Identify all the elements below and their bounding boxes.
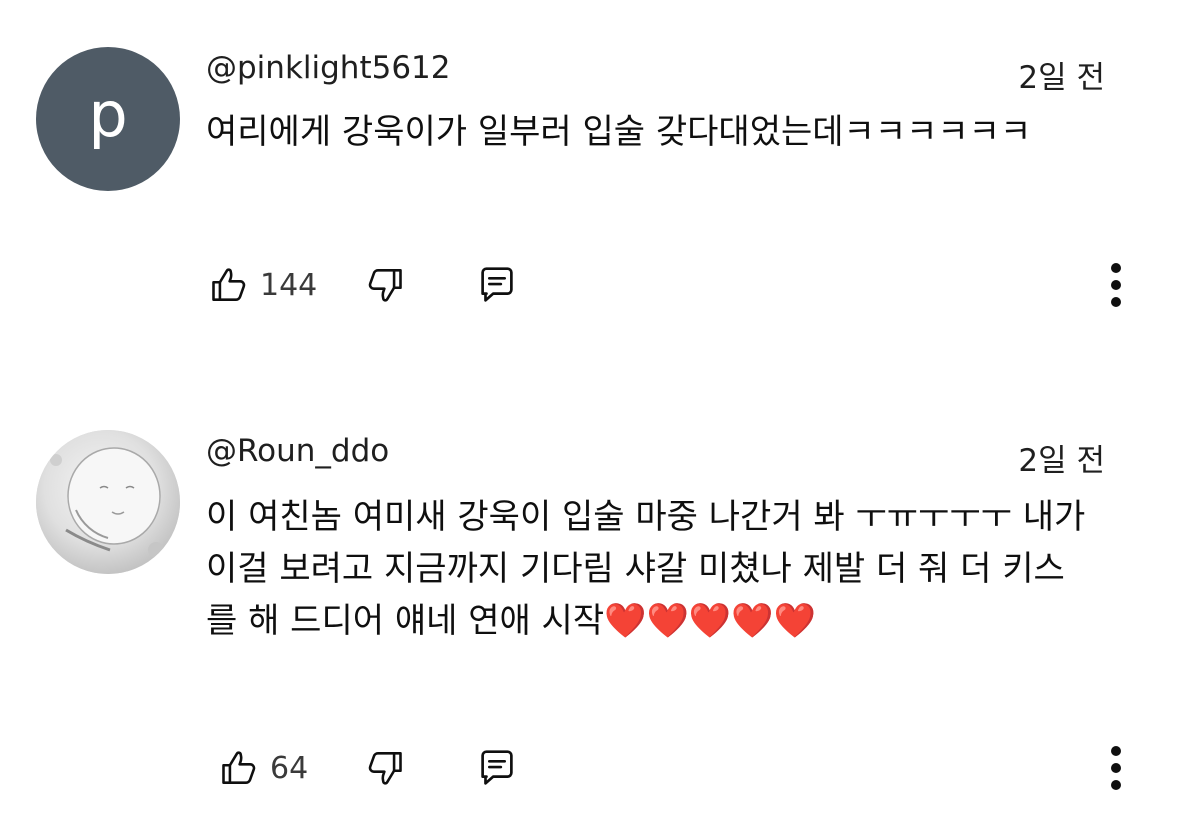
thumbs-down-icon [368, 269, 402, 302]
more-options-button[interactable] [1096, 260, 1136, 310]
like-button[interactable]: 144 [208, 260, 317, 310]
more-options-button[interactable] [1096, 743, 1136, 793]
reply-button[interactable] [474, 260, 520, 310]
avatar[interactable] [36, 430, 180, 574]
like-count: 144 [260, 267, 318, 303]
avatar[interactable]: p [36, 47, 180, 191]
comment-author[interactable]: @Roun_ddo [206, 433, 389, 469]
comment-actions: 64 [206, 743, 1136, 793]
reply-icon [481, 750, 513, 785]
reply-icon [481, 267, 513, 302]
comment-item: @Roun_ddo 2일 전 이 여친놈 여미새 강욱이 입술 마중 나간거 봐… [0, 400, 1179, 832]
comment-author[interactable]: @pinklight5612 [206, 50, 451, 86]
comment-text: 이 여친놈 여미새 강욱이 입술 마중 나간거 봐 ㅜㅠㅜㅜㅜ 내가 이걸 보려… [206, 497, 1086, 641]
comment-timestamp: 2일 전 [1018, 443, 1105, 479]
dislike-button[interactable] [362, 260, 406, 310]
more-vertical-icon [1111, 263, 1121, 273]
more-vertical-icon [1111, 746, 1121, 756]
like-button[interactable]: 64 [218, 743, 308, 793]
avatar-letter: p [88, 78, 128, 151]
reply-button[interactable] [474, 743, 520, 793]
avatar-image [36, 430, 180, 574]
thumbs-down-icon [368, 752, 402, 785]
comment-timestamp: 2일 전 [1018, 60, 1105, 96]
comment-item: p @pinklight5612 2일 전 여리에게 강욱이가 일부러 입술 갖… [0, 0, 1179, 330]
comment-text: 여리에게 강욱이가 일부러 입술 갖다대었는데ㅋㅋㅋㅋㅋㅋ [206, 112, 1032, 152]
comment-actions: 144 [206, 260, 1136, 310]
dislike-button[interactable] [362, 743, 406, 793]
thumbs-up-icon [212, 268, 246, 301]
like-count: 64 [270, 750, 309, 786]
thumbs-up-icon [222, 751, 256, 784]
